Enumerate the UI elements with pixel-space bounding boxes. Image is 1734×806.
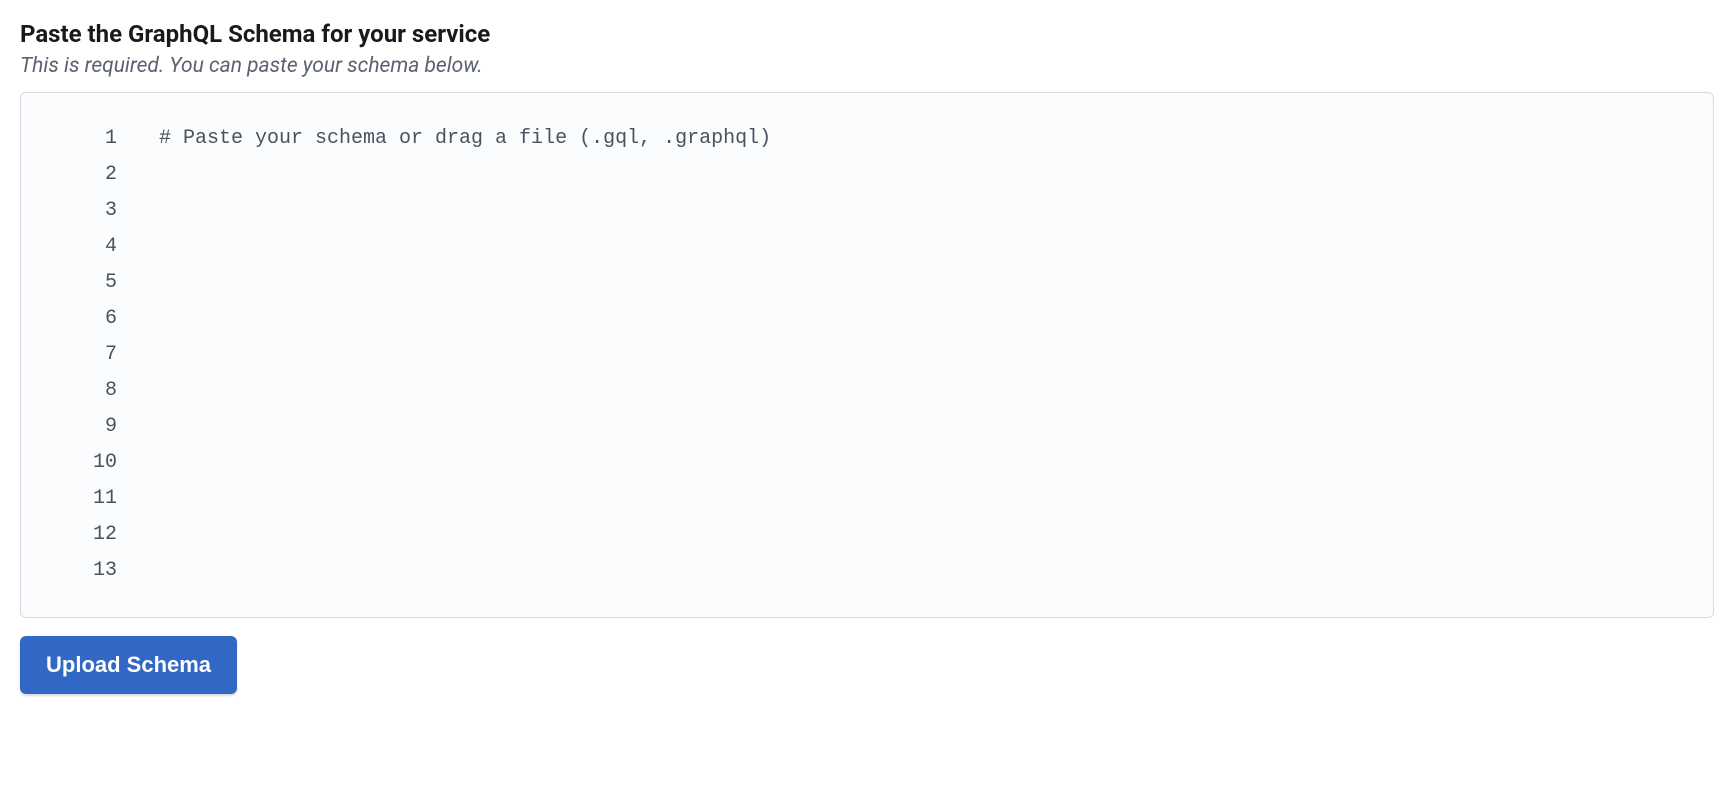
line-number: 8 [21, 373, 117, 409]
page-title: Paste the GraphQL Schema for your servic… [20, 20, 1714, 48]
line-number: 10 [21, 445, 117, 481]
line-number: 12 [21, 517, 117, 553]
line-number: 5 [21, 265, 117, 301]
upload-schema-button[interactable]: Upload Schema [20, 636, 237, 694]
line-number: 6 [21, 301, 117, 337]
line-number: 4 [21, 229, 117, 265]
line-number: 3 [21, 193, 117, 229]
line-number: 7 [21, 337, 117, 373]
code-content[interactable]: # Paste your schema or drag a file (.gql… [131, 121, 1713, 589]
line-number: 11 [21, 481, 117, 517]
line-number: 9 [21, 409, 117, 445]
page-subtitle: This is required. You can paste your sch… [20, 54, 1714, 78]
line-number: 1 [21, 121, 117, 157]
line-number: 13 [21, 553, 117, 589]
schema-editor[interactable]: 1 2 3 4 5 6 7 8 9 10 11 12 13 # Paste yo… [20, 92, 1714, 618]
line-number-gutter: 1 2 3 4 5 6 7 8 9 10 11 12 13 [21, 121, 131, 589]
code-line: # Paste your schema or drag a file (.gql… [159, 121, 1713, 157]
line-number: 2 [21, 157, 117, 193]
